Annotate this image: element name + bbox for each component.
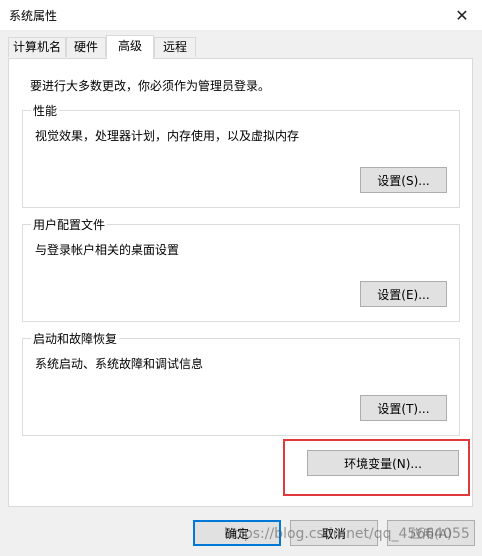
startup-recovery-settings-button[interactable]: 设置(T)... (360, 395, 447, 421)
apply-button[interactable]: 应用(A) (387, 520, 475, 546)
performance-group-desc: 视觉效果，处理器计划，内存使用，以及虚拟内存 (35, 129, 300, 143)
tab-computer-name[interactable]: 计算机名 (8, 37, 66, 57)
title-bar: 系统属性 ✕ (0, 0, 482, 30)
admin-notice: 要进行大多数更改，你必须作为管理员登录。 (30, 79, 271, 93)
startup-recovery-group: 启动和故障恢复 系统启动、系统故障和调试信息 设置(T)... (22, 330, 460, 436)
performance-group: 性能 视觉效果，处理器计划，内存使用，以及虚拟内存 设置(S)... (22, 102, 460, 208)
performance-group-title: 性能 (31, 102, 60, 119)
cancel-button[interactable]: 取消 (290, 520, 378, 546)
ok-button[interactable]: 确定 (193, 520, 281, 546)
user-profiles-group-desc: 与登录帐户相关的桌面设置 (35, 243, 180, 257)
advanced-tab-pane: 要进行大多数更改，你必须作为管理员登录。 性能 视觉效果，处理器计划，内存使用，… (8, 58, 473, 507)
close-icon[interactable]: ✕ (442, 0, 482, 30)
tab-advanced[interactable]: 高级 (106, 35, 154, 59)
tab-remote[interactable]: 远程 (154, 37, 196, 57)
window-title: 系统属性 (9, 9, 58, 23)
tab-hardware[interactable]: 硬件 (66, 37, 106, 57)
performance-settings-button[interactable]: 设置(S)... (360, 167, 447, 193)
startup-recovery-group-title: 启动和故障恢复 (31, 330, 120, 347)
user-profiles-group-title: 用户配置文件 (31, 216, 108, 233)
user-profiles-group: 用户配置文件 与登录帐户相关的桌面设置 设置(E)... (22, 216, 460, 322)
user-profiles-settings-button[interactable]: 设置(E)... (360, 281, 447, 307)
environment-variables-button[interactable]: 环境变量(N)... (307, 450, 459, 476)
startup-recovery-group-desc: 系统启动、系统故障和调试信息 (35, 357, 204, 371)
